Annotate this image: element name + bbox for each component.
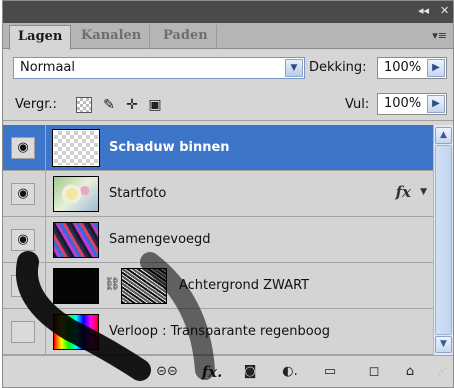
fx-icon[interactable]: fx. <box>199 363 225 381</box>
blend-row: Normaal ▼ Dekking: 100% ▶ <box>3 51 453 85</box>
layer-row-startfoto[interactable]: ◉ Startfoto fx ▼ <box>3 171 433 217</box>
close-icon[interactable]: ✕ <box>440 4 449 17</box>
tab-paden[interactable]: Paden <box>155 25 217 49</box>
layer-name[interactable]: Startfoto <box>109 186 166 201</box>
layer-row-verloop[interactable]: Verloop : Transparante regenboog <box>3 309 433 355</box>
chevron-down-icon[interactable]: ▼ <box>285 59 303 77</box>
layer-list: ◉ Schaduw binnen ◉ Startfoto fx ▼ ◉ Same… <box>3 125 433 355</box>
mask-icon[interactable]: ◙ <box>241 363 259 381</box>
layer-thumbnail <box>53 268 99 304</box>
fill-label: Vul: <box>345 97 370 112</box>
layer-effects-icon[interactable]: fx <box>396 183 411 201</box>
collapse-icon[interactable]: ◂◂ <box>418 4 429 17</box>
layer-name[interactable]: Samengevoegd <box>109 232 211 247</box>
layer-mask-thumbnail[interactable] <box>121 268 167 304</box>
opacity-input[interactable]: 100% ▶ <box>377 57 447 79</box>
panel-titlebar: ◂◂ ✕ <box>3 1 453 23</box>
layer-name[interactable]: Achtergrond ZWART <box>179 278 309 293</box>
panel-tabs: Lagen Kanalen Paden ▾≡ <box>3 23 453 50</box>
adjustment-icon[interactable]: ◐. <box>279 363 301 381</box>
opacity-slider-arrow-icon[interactable]: ▶ <box>427 59 445 77</box>
opacity-value: 100% <box>384 60 422 75</box>
folder-icon[interactable]: ▭ <box>321 363 339 381</box>
layer-name[interactable]: Verloop : Transparante regenboog <box>109 324 330 339</box>
scroll-thumb[interactable] <box>435 145 452 335</box>
scroll-up-icon[interactable]: ▲ <box>435 127 452 144</box>
layer-thumbnail <box>53 314 99 350</box>
mask-link-icon[interactable]: ⛓ <box>104 277 121 292</box>
layer-divider <box>45 171 46 217</box>
visibility-eye-icon[interactable]: ◉ <box>11 137 35 159</box>
resize-grip-icon[interactable]: ⋰ <box>435 363 449 381</box>
expand-effects-icon[interactable]: ▼ <box>420 187 427 197</box>
layer-list-scrollbar[interactable]: ▲ ▼ <box>433 125 453 355</box>
layer-divider <box>45 263 46 309</box>
layer-row-achtergrond-zwart[interactable]: ⛓ Achtergrond ZWART <box>3 263 433 309</box>
layer-thumbnail <box>53 176 99 212</box>
visibility-toggle-empty[interactable] <box>11 321 35 343</box>
layer-row-schaduw-binnen[interactable]: ◉ Schaduw binnen <box>3 125 433 171</box>
blend-mode-select[interactable]: Normaal ▼ <box>13 57 305 79</box>
layer-divider <box>45 309 46 355</box>
lock-paint-icon[interactable]: ✎ <box>101 97 117 113</box>
layer-divider <box>45 125 46 171</box>
layer-name[interactable]: Schaduw binnen <box>109 140 230 155</box>
visibility-eye-icon[interactable]: ◉ <box>11 183 35 205</box>
lock-all-icon[interactable]: ▣ <box>147 97 163 113</box>
layer-row-samengevoegd[interactable]: ◉ Samengevoegd <box>3 217 433 263</box>
layers-panel: ◂◂ ✕ Lagen Kanalen Paden ▾≡ Normaal ▼ De… <box>2 0 454 388</box>
visibility-eye-icon[interactable]: ◉ <box>11 229 35 251</box>
lock-row: Vergr.: ✎ ✛ ▣ Vul: 100% ▶ <box>3 89 453 121</box>
blend-mode-value: Normaal <box>20 60 76 75</box>
new-layer-icon[interactable]: ◻ <box>365 363 383 381</box>
tab-kanalen[interactable]: Kanalen <box>73 25 151 49</box>
layer-divider <box>45 217 46 263</box>
tab-lagen[interactable]: Lagen <box>9 25 72 50</box>
layer-thumbnail <box>53 222 99 258</box>
link-icon[interactable]: ⊝⊝ <box>155 363 179 381</box>
trash-icon[interactable]: ⌂ <box>401 363 419 381</box>
fill-slider-arrow-icon[interactable]: ▶ <box>427 95 445 113</box>
lock-transparency-icon[interactable] <box>76 97 92 113</box>
lock-move-icon[interactable]: ✛ <box>124 97 140 113</box>
layer-thumbnail <box>52 129 100 167</box>
panel-menu-icon[interactable]: ▾≡ <box>432 29 447 42</box>
panel-footer: ⊝⊝ fx. ◙ ◐. ▭ ◻ ⌂ ⋰ <box>3 355 453 387</box>
opacity-label: Dekking: <box>309 60 367 75</box>
lock-label: Vergr.: <box>15 97 57 112</box>
fill-value: 100% <box>384 96 422 111</box>
scroll-down-icon[interactable]: ▼ <box>435 336 452 353</box>
fill-input[interactable]: 100% ▶ <box>377 93 447 115</box>
visibility-toggle-empty[interactable] <box>11 275 35 297</box>
